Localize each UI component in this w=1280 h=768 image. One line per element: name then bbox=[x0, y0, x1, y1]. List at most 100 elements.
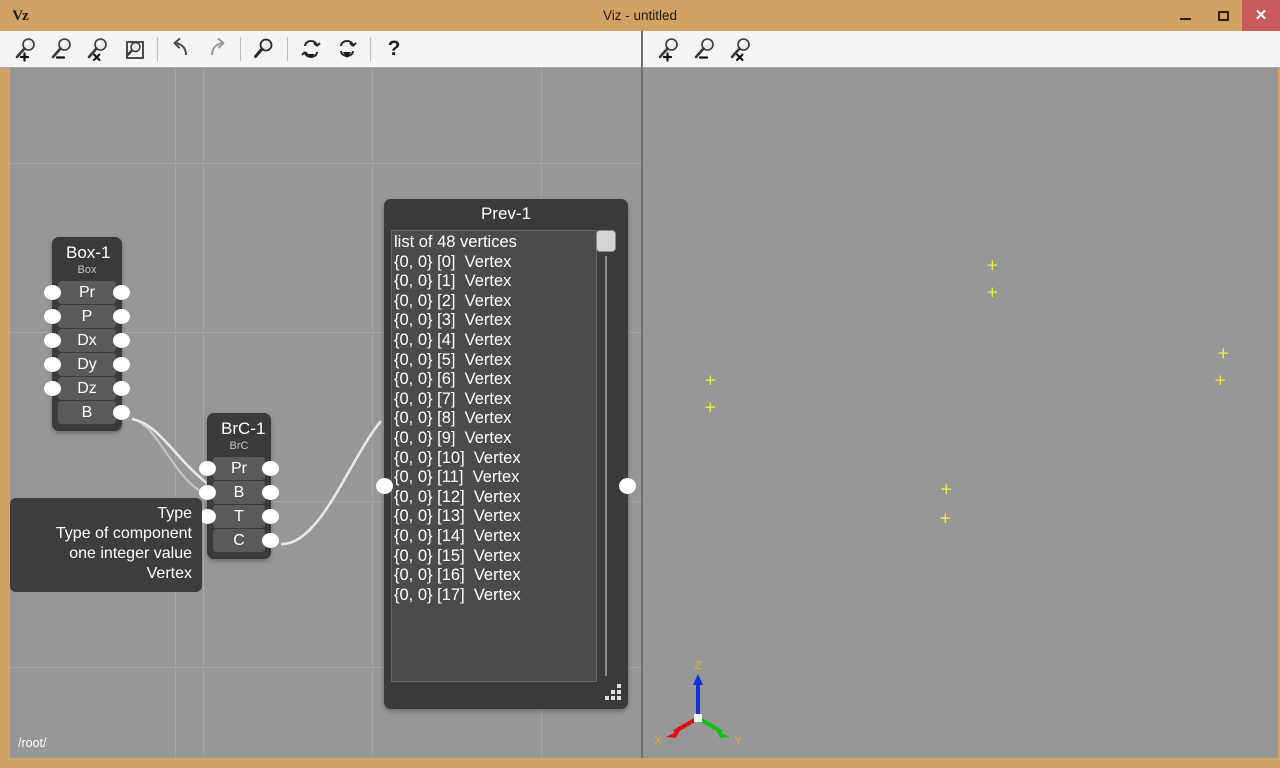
port-output-dot[interactable] bbox=[113, 357, 130, 372]
grid-line-vertical bbox=[372, 68, 373, 758]
resize-handle-icon[interactable] bbox=[603, 684, 621, 702]
node-subtitle: BrC bbox=[207, 439, 271, 456]
port-input-dot[interactable] bbox=[44, 333, 61, 348]
node-port-row[interactable]: Dy bbox=[58, 353, 116, 376]
redo-icon[interactable] bbox=[199, 33, 235, 65]
node-brc-1[interactable]: BrC-1 BrC Pr B T C bbox=[207, 413, 271, 559]
node-prev-1[interactable]: Prev-1 list of 48 vertices {0, 0} [0] Ve… bbox=[384, 199, 628, 709]
zoom-in-icon[interactable] bbox=[8, 33, 44, 65]
viewport-3d[interactable]: + + + + + + + + Z Y X bbox=[643, 68, 1278, 758]
view-zoom-out-icon[interactable] bbox=[687, 33, 723, 65]
port-label[interactable]: Pr bbox=[213, 457, 265, 480]
graph-toolbar: ? bbox=[0, 31, 641, 68]
port-input-dot[interactable] bbox=[44, 357, 61, 372]
port-output-dot[interactable] bbox=[113, 285, 130, 300]
list-item[interactable]: {0, 0} [14] Vertex bbox=[394, 527, 596, 547]
port-label[interactable]: B bbox=[213, 481, 265, 504]
port-input-dot[interactable] bbox=[44, 285, 61, 300]
view-zoom-in-icon[interactable] bbox=[651, 33, 687, 65]
port-output-dot[interactable] bbox=[113, 309, 130, 324]
list-item[interactable]: {0, 0} [13] Vertex bbox=[394, 507, 596, 527]
port-tooltip: Type Type of component one integer value… bbox=[10, 498, 202, 592]
port-input-dot[interactable] bbox=[376, 478, 393, 494]
list-item[interactable]: {0, 0} [3] Vertex bbox=[394, 311, 596, 331]
list-item[interactable]: {0, 0} [7] Vertex bbox=[394, 390, 596, 410]
port-output-dot[interactable] bbox=[262, 533, 279, 548]
help-glyph: ? bbox=[388, 37, 401, 61]
vertical-scrollbar[interactable] bbox=[596, 230, 616, 682]
toolbar-separator bbox=[157, 37, 158, 61]
close-button[interactable]: ✕ bbox=[1242, 0, 1280, 31]
node-title: Prev-1 bbox=[384, 199, 628, 226]
node-port-row[interactable]: Dz bbox=[58, 377, 116, 400]
port-label[interactable]: Dy bbox=[58, 353, 116, 376]
port-input-dot[interactable] bbox=[44, 381, 61, 396]
vertex-marker: + bbox=[986, 285, 999, 300]
list-item[interactable]: {0, 0} [4] Vertex bbox=[394, 331, 596, 351]
port-label[interactable]: Dz bbox=[58, 377, 116, 400]
list-item[interactable]: {0, 0} [12] Vertex bbox=[394, 488, 596, 508]
undo-icon[interactable] bbox=[163, 33, 199, 65]
port-label[interactable]: Pr bbox=[58, 281, 116, 304]
port-input-dot[interactable] bbox=[199, 485, 216, 500]
port-input-dot[interactable] bbox=[44, 309, 61, 324]
port-output-dot[interactable] bbox=[619, 478, 636, 494]
toolbar-separator bbox=[287, 37, 288, 61]
node-box-1[interactable]: Box-1 Box Pr P Dx Dy bbox=[52, 237, 122, 431]
list-item[interactable]: {0, 0} [10] Vertex bbox=[394, 449, 596, 469]
window-title: Viz - untitled bbox=[0, 0, 1280, 31]
vertex-marker: + bbox=[986, 258, 999, 273]
vertex-list[interactable]: list of 48 vertices {0, 0} [0] Vertex {0… bbox=[391, 230, 597, 682]
port-input-dot[interactable] bbox=[199, 461, 216, 476]
list-item[interactable]: {0, 0} [0] Vertex bbox=[394, 253, 596, 273]
maximize-button[interactable] bbox=[1204, 0, 1242, 31]
axis-gizmo: Z Y X bbox=[648, 658, 748, 748]
node-port-row[interactable]: B bbox=[58, 401, 116, 424]
port-output-dot[interactable] bbox=[113, 333, 130, 348]
port-label[interactable]: Dx bbox=[58, 329, 116, 352]
list-item[interactable]: {0, 0} [9] Vertex bbox=[394, 429, 596, 449]
node-port-row[interactable]: Dx bbox=[58, 329, 116, 352]
port-label[interactable]: B bbox=[58, 401, 116, 424]
toolbar-separator bbox=[370, 37, 371, 61]
tooltip-line: Vertex bbox=[20, 564, 192, 584]
list-item[interactable]: {0, 0} [16] Vertex bbox=[394, 566, 596, 586]
node-port-row[interactable]: B bbox=[213, 481, 265, 504]
zoom-fit-icon[interactable] bbox=[116, 33, 152, 65]
node-port-row[interactable]: Pr bbox=[213, 457, 265, 480]
port-output-dot[interactable] bbox=[262, 485, 279, 500]
list-item[interactable]: {0, 0} [1] Vertex bbox=[394, 272, 596, 292]
zoom-out-icon[interactable] bbox=[44, 33, 80, 65]
list-item[interactable]: {0, 0} [11] Vertex bbox=[394, 468, 596, 488]
port-label[interactable]: C bbox=[213, 529, 265, 552]
minimize-button[interactable] bbox=[1166, 0, 1204, 31]
port-output-dot[interactable] bbox=[262, 461, 279, 476]
list-item[interactable]: {0, 0} [15] Vertex bbox=[394, 547, 596, 567]
port-label[interactable]: T bbox=[213, 505, 265, 528]
list-item[interactable]: {0, 0} [8] Vertex bbox=[394, 409, 596, 429]
view-zoom-reset-icon[interactable] bbox=[723, 33, 759, 65]
help-icon[interactable]: ? bbox=[376, 33, 412, 65]
list-item[interactable]: {0, 0} [6] Vertex bbox=[394, 370, 596, 390]
vertex-marker: + bbox=[704, 373, 717, 388]
search-icon[interactable] bbox=[246, 33, 282, 65]
port-output-dot[interactable] bbox=[113, 405, 130, 420]
list-item[interactable]: {0, 0} [5] Vertex bbox=[394, 351, 596, 371]
node-port-row[interactable]: P bbox=[58, 305, 116, 328]
port-output-dot[interactable] bbox=[262, 509, 279, 524]
zoom-reset-icon[interactable] bbox=[80, 33, 116, 65]
node-port-row[interactable]: C bbox=[213, 529, 265, 552]
title-bar: Vz Viz - untitled ✕ bbox=[0, 0, 1280, 31]
expand-down-icon[interactable] bbox=[329, 33, 365, 65]
list-item[interactable]: {0, 0} [17] Vertex bbox=[394, 586, 596, 606]
node-port-row[interactable]: T bbox=[213, 505, 265, 528]
scrollbar-thumb[interactable] bbox=[596, 230, 616, 252]
viewport-toolbar bbox=[641, 31, 1280, 68]
node-port-row[interactable]: Pr bbox=[58, 281, 116, 304]
port-output-dot[interactable] bbox=[113, 381, 130, 396]
collapse-up-icon[interactable] bbox=[293, 33, 329, 65]
list-item[interactable]: {0, 0} [2] Vertex bbox=[394, 292, 596, 312]
maximize-icon bbox=[1218, 11, 1229, 21]
node-graph-canvas[interactable]: Box-1 Box Pr P Dx Dy bbox=[10, 68, 641, 758]
port-label[interactable]: P bbox=[58, 305, 116, 328]
